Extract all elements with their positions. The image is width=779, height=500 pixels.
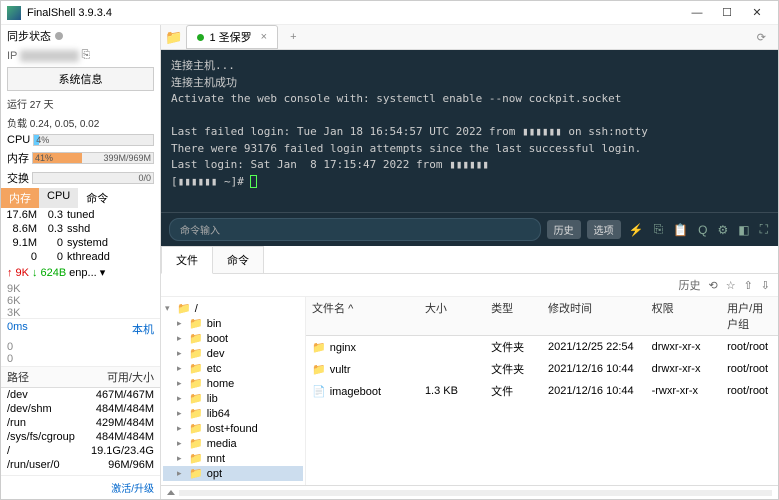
- options-button[interactable]: 选项: [587, 220, 621, 239]
- swap-label: 交换: [7, 170, 29, 186]
- tree-node[interactable]: ▸📁mnt: [163, 451, 303, 466]
- tab-commands[interactable]: 命令: [212, 246, 264, 273]
- tree-node[interactable]: ▸📁opt: [163, 466, 303, 481]
- mem-label: 内存: [7, 150, 29, 166]
- swap-bar: 0/0: [32, 172, 154, 184]
- tree-node[interactable]: ▸📁etc: [163, 361, 303, 376]
- file-list[interactable]: 文件名 ^ 大小 类型 修改时间 权限 用户/用户组 📁nginx文件夹2021…: [306, 297, 778, 485]
- col-perm[interactable]: 权限: [646, 297, 722, 335]
- tree-node[interactable]: ▸📁dev: [163, 346, 303, 361]
- command-input[interactable]: 命令输入: [169, 218, 541, 241]
- triangle-up-icon: [167, 490, 175, 495]
- uptime: 运行 27 天: [1, 94, 160, 113]
- status-dot-icon: [197, 34, 204, 41]
- tabbar: 📁 1 圣保罗 × + ⟳: [161, 25, 778, 50]
- copy-icon[interactable]: ⎘: [82, 49, 91, 62]
- app-title: FinalShell 3.9.3.4: [27, 7, 682, 19]
- col-owner[interactable]: 用户/用户组: [721, 297, 778, 335]
- upload-icon[interactable]: ⇧: [744, 279, 753, 292]
- sync-status: 同步状态: [1, 25, 160, 47]
- down-arrow-icon: ↓: [32, 267, 38, 279]
- disk-row[interactable]: /run/user/096M/96M: [1, 458, 160, 472]
- tab-files[interactable]: 文件: [161, 246, 213, 274]
- tab-mem[interactable]: 内存: [1, 188, 39, 208]
- ip-line: IP 000.000.0.0 ⎘: [1, 47, 160, 64]
- system-info-button[interactable]: 系统信息: [7, 67, 154, 91]
- disk-row[interactable]: /run429M/484M: [1, 416, 160, 430]
- expand-icon[interactable]: ◧: [736, 223, 751, 237]
- disk-row[interactable]: /19.1G/23.4G: [1, 444, 160, 458]
- load: 负载 0.24, 0.05, 0.02: [1, 113, 160, 132]
- titlebar: FinalShell 3.9.3.4 — ☐ ✕: [1, 1, 778, 25]
- gear-icon[interactable]: ⚙: [715, 223, 730, 237]
- process-row[interactable]: 9.1M0systemd: [1, 236, 160, 250]
- ping-header: 0ms 本机: [1, 319, 160, 339]
- ip-value: 000.000.0.0: [20, 50, 78, 62]
- download-bar[interactable]: [161, 485, 778, 499]
- process-row[interactable]: 17.6M0.3tuned: [1, 208, 160, 222]
- process-row[interactable]: 8.6M0.3sshd: [1, 222, 160, 236]
- folder-icon[interactable]: 📁: [165, 29, 182, 46]
- cpu-label: CPU: [7, 134, 30, 146]
- disk-row[interactable]: /sys/fs/cgroup484M/484M: [1, 430, 160, 444]
- file-row[interactable]: 📄imageboot1.3 KB文件2021/12/16 10:44-rwxr-…: [306, 380, 778, 402]
- refresh-icon[interactable]: ⟳: [749, 28, 774, 47]
- folder-tree[interactable]: ▾📁/▸📁bin▸📁boot▸📁dev▸📁etc▸📁home▸📁lib▸📁lib…: [161, 297, 306, 485]
- disk-paths: 路径可用/大小 /dev467M/467M/dev/shm484M/484M/r…: [1, 367, 160, 472]
- sort-icon: ^: [348, 303, 353, 315]
- close-button[interactable]: ✕: [742, 2, 772, 24]
- history-link[interactable]: 历史: [678, 277, 700, 293]
- paste-icon[interactable]: 📋: [671, 223, 690, 237]
- mem-bar: 41%399M/969M: [32, 152, 154, 164]
- tree-node[interactable]: ▸📁lib64: [163, 406, 303, 421]
- net-graph: 9K 6K 3K: [1, 281, 160, 319]
- up-arrow-icon: ↑: [7, 267, 13, 279]
- fullscreen-icon[interactable]: ⛶: [758, 222, 770, 237]
- bookmark-icon[interactable]: ☆: [726, 279, 736, 292]
- sidebar: 同步状态 IP 000.000.0.0 ⎘ 系统信息 运行 27 天 负载 0.…: [1, 25, 161, 499]
- col-size[interactable]: 大小: [419, 297, 485, 335]
- file-row[interactable]: 📁vultr文件夹2021/12/16 10:44drwxr-xr-xroot/…: [306, 358, 778, 380]
- disk-row[interactable]: /dev467M/467M: [1, 388, 160, 402]
- terminal[interactable]: 连接主机... 连接主机成功 Activate the web console …: [161, 50, 778, 212]
- refresh-icon[interactable]: ⟲: [708, 279, 717, 292]
- download-icon[interactable]: ⇩: [761, 279, 770, 292]
- tree-node[interactable]: ▾📁/: [163, 301, 303, 316]
- bolt-icon[interactable]: ⚡: [627, 223, 646, 237]
- activate-link[interactable]: 激活/升级: [1, 475, 160, 499]
- copy-icon[interactable]: ⎘: [652, 222, 666, 237]
- process-list: 17.6M0.3tuned8.6M0.3sshd9.1M0systemd00kt…: [1, 208, 160, 264]
- tree-node[interactable]: ▸📁media: [163, 436, 303, 451]
- file-row[interactable]: 📁nginx文件夹2021/12/25 22:54drwxr-xr-xroot/…: [306, 336, 778, 358]
- tree-node[interactable]: ▸📁home: [163, 376, 303, 391]
- file-pane: 文件 命令 历史 ⟲ ☆ ⇧ ⇩ ▾📁/▸📁bin▸📁boot▸📁dev▸📁et…: [161, 246, 778, 499]
- col-mtime[interactable]: 修改时间: [542, 297, 646, 335]
- minimize-button[interactable]: —: [682, 2, 712, 24]
- net-line[interactable]: ↑9K ↓624B enp... ▾: [1, 264, 160, 281]
- resource-tabs: 内存 CPU 命令: [1, 188, 160, 208]
- file-toolbar: 历史 ⟲ ☆ ⇧ ⇩: [161, 274, 778, 297]
- tree-node[interactable]: ▸📁bin: [163, 316, 303, 331]
- history-button[interactable]: 历史: [547, 220, 581, 239]
- process-row[interactable]: 00kthreadd: [1, 250, 160, 264]
- tree-node[interactable]: ▸📁lib: [163, 391, 303, 406]
- session-tab[interactable]: 1 圣保罗 ×: [186, 25, 278, 49]
- ping-graph: 0 0: [1, 339, 160, 367]
- search-icon[interactable]: Q: [696, 223, 709, 237]
- cpu-bar: 4%: [33, 134, 154, 146]
- disk-row[interactable]: /dev/shm484M/484M: [1, 402, 160, 416]
- sync-dot-icon: [55, 32, 63, 40]
- command-bar: 命令输入 历史 选项 ⚡ ⎘ 📋 Q ⚙ ◧ ⛶: [161, 212, 778, 246]
- app-icon: [7, 6, 21, 20]
- tab-close-icon[interactable]: ×: [261, 31, 267, 43]
- new-tab-button[interactable]: +: [282, 28, 304, 46]
- col-type[interactable]: 类型: [485, 297, 542, 335]
- tab-cmd[interactable]: 命令: [78, 188, 116, 208]
- chevron-down-icon: ▾: [100, 266, 106, 279]
- tab-cpu[interactable]: CPU: [39, 188, 78, 208]
- tree-node[interactable]: ▸📁lost+found: [163, 421, 303, 436]
- tree-node[interactable]: ▸📁boot: [163, 331, 303, 346]
- col-name[interactable]: 文件名 ^: [306, 297, 419, 335]
- maximize-button[interactable]: ☐: [712, 2, 742, 24]
